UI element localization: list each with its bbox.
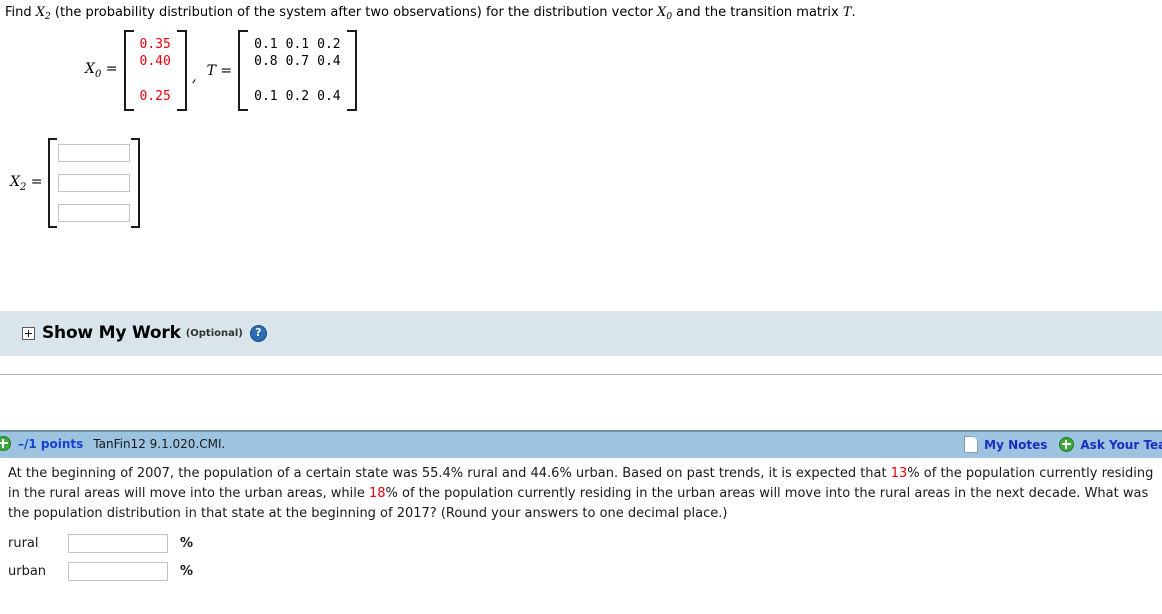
t-cell-1-2: 0.1: [285, 37, 310, 52]
ask-teacher-plus-icon[interactable]: [1059, 437, 1075, 452]
x0-matrix: 0.35 0.40 0.25: [123, 30, 188, 111]
points-bar-left: –/1 points TanFin12 9.1.020.CMI.: [0, 436, 225, 451]
urban-percent-sign: %: [180, 563, 194, 579]
urban-field-row: urban %: [8, 557, 193, 585]
answer-input-2[interactable]: [57, 174, 130, 192]
prompt-variable-x0: X: [657, 5, 667, 20]
t-cell-3-1: 0.1: [254, 89, 278, 104]
ask-your-teacher-link[interactable]: Ask Your Teacher: [1080, 438, 1162, 452]
points-bar-right: My Notes Ask Your Teacher: [964, 436, 1162, 453]
answer-input-1[interactable]: [57, 144, 130, 162]
note-page-icon[interactable]: [964, 436, 979, 453]
show-my-work-bar[interactable]: Show My Work (Optional) ?: [0, 311, 1162, 356]
q2-line1-a: At the beginning of 2007, the population…: [8, 466, 891, 481]
x0-cell-3: 0.25: [139, 89, 171, 104]
x0-row-2: 0.40: [136, 53, 175, 70]
x0-label: X0 =: [85, 61, 118, 80]
prompt-variable-x2: X: [35, 5, 46, 20]
plus-expander-icon[interactable]: [22, 326, 35, 340]
t-row-2: 0.8 0.7 0.4: [250, 53, 344, 70]
question2-text: At the beginning of 2007, the population…: [8, 464, 1158, 524]
t-cell-2-2: 0.7: [285, 54, 310, 69]
my-notes-link[interactable]: My Notes: [984, 438, 1047, 452]
x0-row-3: 0.25: [136, 88, 175, 105]
prompt-text-1: Find: [5, 5, 36, 20]
x2-answer-label: X2 =: [10, 173, 43, 193]
t-label: T =: [206, 62, 233, 79]
answer-matrix: [47, 138, 140, 228]
question2-fields: rural % urban %: [8, 529, 193, 585]
given-matrices: X0 = 0.35 0.40 0.25 , T = 0.1 0.1 0.2 0.…: [85, 30, 358, 111]
t-row-1: 0.1 0.1 0.2: [250, 36, 344, 53]
q2-line1-b: % of the population currently: [907, 466, 1098, 481]
points-bar: –/1 points TanFin12 9.1.020.CMI. My Note…: [0, 430, 1162, 458]
green-plus-icon[interactable]: [0, 436, 11, 451]
q2-line2-b: % of the population currently residing i…: [385, 486, 1081, 501]
urban-label: urban: [8, 563, 47, 579]
rural-field-row: rural %: [8, 529, 193, 557]
t-matrix: 0.1 0.1 0.2 0.8 0.7 0.4 0.1 0.2 0.4: [237, 30, 358, 111]
t-cell-1-3: 0.2: [317, 37, 341, 52]
urban-input[interactable]: [68, 561, 168, 581]
t-cell-1-1: 0.1: [254, 37, 278, 52]
q2-highlight-13: 13: [890, 466, 908, 481]
rural-percent-sign: %: [180, 535, 194, 551]
prompt-text-3: and the transition matrix: [672, 5, 843, 20]
points-value: –/1 points: [18, 436, 84, 451]
show-my-work-title: Show My Work: [42, 323, 181, 343]
x0-row-1: 0.35: [136, 36, 175, 53]
x0-cell-2: 0.40: [139, 54, 171, 69]
x0-cell-1: 0.35: [139, 37, 171, 52]
q2-highlight-18: 18: [368, 486, 386, 501]
answer-matrix-block: X2 =: [10, 138, 140, 228]
matrix-separator-comma: ,: [191, 67, 197, 85]
help-icon[interactable]: ?: [249, 324, 267, 342]
question-identifier: TanFin12 9.1.020.CMI.: [93, 436, 226, 451]
prompt-text-2: (the probability distribution of the sys…: [50, 5, 658, 20]
question1-prompt: Find X2 (the probability distribution of…: [5, 4, 856, 26]
rural-input[interactable]: [68, 533, 168, 553]
t-row-3: 0.1 0.2 0.4: [250, 88, 344, 105]
answer-input-3[interactable]: [57, 204, 130, 222]
rural-label: rural: [8, 535, 39, 551]
prompt-text-4: .: [851, 5, 856, 20]
show-my-work-inner: Show My Work (Optional) ?: [22, 323, 267, 343]
t-cell-2-3: 0.4: [317, 54, 341, 69]
t-cell-3-2: 0.2: [285, 89, 310, 104]
show-my-work-optional-label: (Optional): [185, 327, 243, 339]
t-cell-3-3: 0.4: [317, 89, 341, 104]
t-cell-2-1: 0.8: [254, 54, 278, 69]
section-divider: [0, 374, 1162, 375]
